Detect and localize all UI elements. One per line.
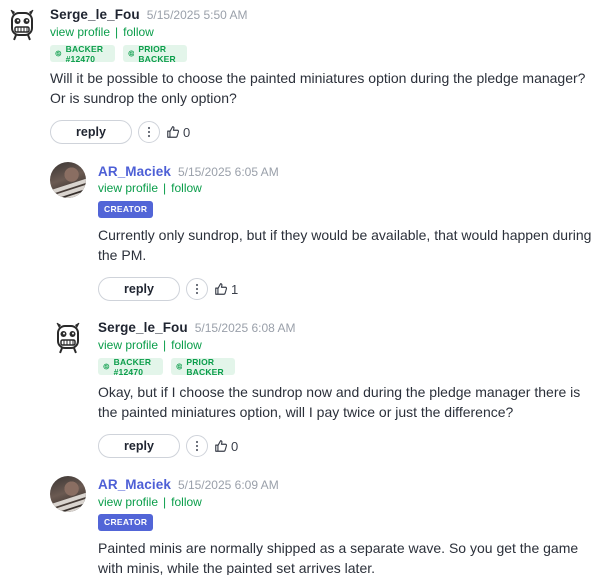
more-dots-icon [195,283,199,295]
reply-button[interactable]: reply [50,120,132,144]
avatar[interactable] [50,162,86,198]
backer-number-badge: BACKER #12470 [98,357,163,377]
more-options-button[interactable] [186,435,208,457]
like-count: 0 [183,124,191,140]
avatar[interactable] [4,6,40,42]
thumbs-up-icon [215,283,228,295]
like-button[interactable]: 0 [166,125,190,140]
more-options-button[interactable] [186,278,208,300]
more-dots-icon [147,126,151,138]
timestamp: 5/15/2025 5:50 AM [146,8,248,22]
reply-button[interactable]: reply [98,434,180,458]
prior-backer-badge: PRIOR BACKER [122,44,188,64]
view-profile-link[interactable]: view profile [98,495,158,509]
backer-number-badge: BACKER #12470 [50,44,115,64]
timestamp: 5/15/2025 6:05 AM [177,165,279,179]
timestamp: 5/15/2025 6:09 AM [177,478,279,492]
backer-badge-icon [55,50,62,57]
creator-badge: CREATOR [98,514,154,531]
more-options-button[interactable] [138,121,160,143]
separator: | [163,495,167,509]
avatar[interactable] [50,476,86,512]
follow-link[interactable]: follow [171,181,202,195]
timestamp: 5/15/2025 6:08 AM [194,321,296,335]
view-profile-link[interactable]: view profile [98,181,158,195]
thumbs-up-icon [167,126,180,138]
like-count: 0 [231,438,239,454]
robot-avatar-icon [56,322,80,354]
backer-badge-icon [103,363,110,370]
follow-link[interactable]: follow [171,495,202,509]
separator: | [163,338,167,352]
creator-badge: CREATOR [98,201,154,218]
avatar[interactable] [50,319,86,355]
backer-badge-icon [127,50,134,57]
reply-button[interactable]: reply [98,277,180,301]
author-name[interactable]: Serge_le_Fou [98,320,188,335]
follow-link[interactable]: follow [123,25,154,39]
like-button[interactable]: 0 [214,439,238,454]
view-profile-link[interactable]: view profile [98,338,158,352]
comment-text: Okay, but if I choose the sundrop now an… [98,384,581,420]
author-name[interactable]: Serge_le_Fou [50,7,140,22]
like-count: 1 [231,281,239,297]
separator: | [115,25,119,39]
comment-text: Painted minis are normally shipped as a … [98,540,579,575]
author-name[interactable]: AR_Maciek [98,164,171,179]
more-dots-icon [195,440,199,452]
author-name[interactable]: AR_Maciek [98,477,171,492]
backer-badge-icon [175,363,182,370]
thumbs-up-icon [215,440,228,452]
separator: | [163,181,167,195]
robot-avatar-icon [10,9,34,41]
follow-link[interactable]: follow [171,338,202,352]
comment-text: Will it be possible to choose the painte… [50,70,586,106]
comment-text: Currently only sundrop, but if they woul… [98,227,592,263]
prior-backer-badge: PRIOR BACKER [170,357,236,377]
view-profile-link[interactable]: view profile [50,25,110,39]
like-button[interactable]: 1 [214,282,238,297]
